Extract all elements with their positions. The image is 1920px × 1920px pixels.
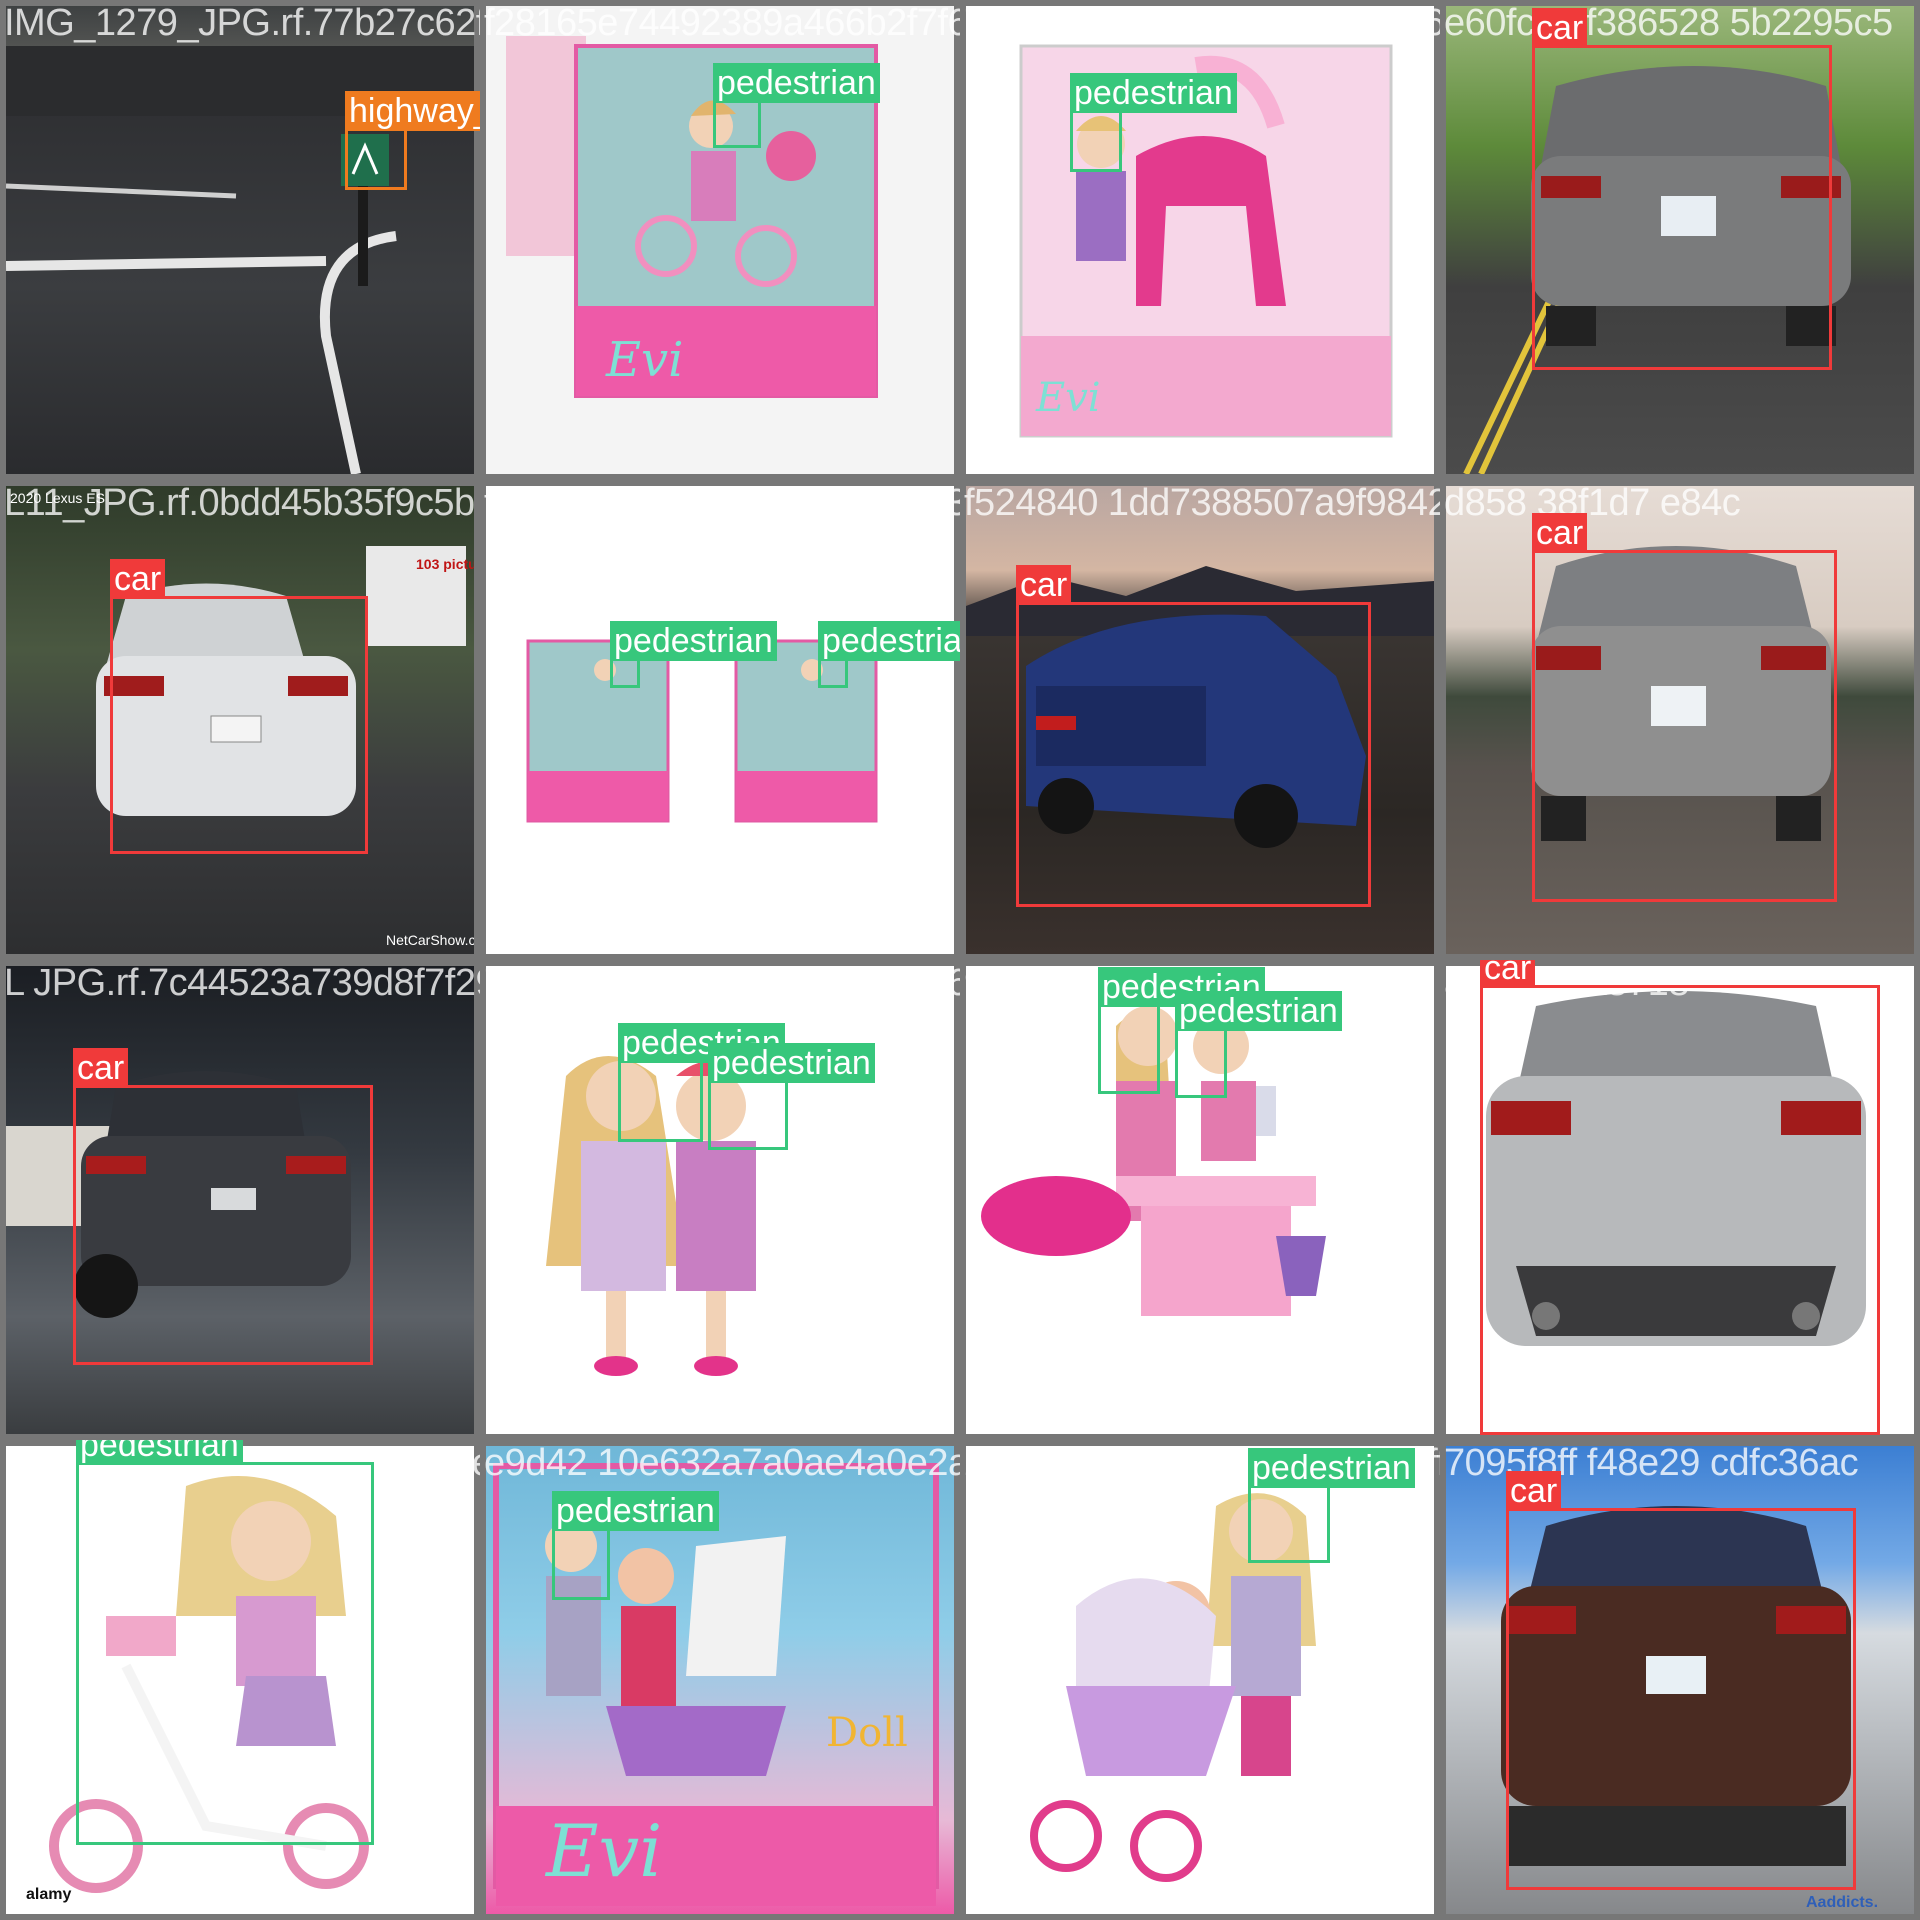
watermark: NetCarShow.com — [386, 932, 474, 948]
photo — [6, 6, 474, 474]
detection-label: pedestrian — [1175, 991, 1342, 1031]
classroom-floor-track-image — [6, 6, 474, 474]
tile-14: Evi Doll e9d42 10e632a7a0ae4a0e2a pedest… — [480, 1440, 960, 1920]
detection-box: car — [110, 559, 368, 854]
watermark: 103 pictures — [416, 556, 474, 572]
svg-text:Evi: Evi — [605, 332, 684, 388]
photo — [486, 486, 954, 954]
detection-label: pedestrian — [713, 63, 880, 103]
detection-box: pedestrian — [1098, 967, 1265, 1094]
detection-box: pedestrian — [552, 1491, 719, 1600]
photo — [966, 1446, 1434, 1914]
detection-box: car — [1532, 513, 1837, 902]
tile-12: a8f7 c1da3718 car — [1440, 960, 1920, 1440]
detection-box: pedestrian — [1248, 1448, 1415, 1563]
tile-8: d858 38f1d7 e84c car — [1440, 480, 1920, 960]
detection-box: pedestrian — [818, 621, 960, 688]
svg-text:Evi: Evi — [1035, 375, 1101, 421]
detection-label: highway_entry — [345, 91, 480, 131]
detection-box: car — [1016, 565, 1371, 907]
tile-filename: e9d42 10e632a7a0ae4a0e2a — [484, 1442, 960, 1484]
tile-4: e60fc a7f386528 5b2295c5 car — [1440, 0, 1920, 480]
detection-label: car — [110, 559, 166, 599]
detection-label: pedestrian — [552, 1491, 719, 1531]
image-mosaic: IMG_1279_JPG.rf.77b27c62f28165e74423989 … — [0, 0, 1920, 1920]
detection-box: pedestrian — [713, 63, 880, 148]
tile-6: f7e20_jpg.rf.79a46e4f6d4543f4fe5 pedestr… — [480, 480, 960, 960]
tile-filename: f524840 1dd7388507a9f9842d858 — [964, 482, 1440, 524]
tile-filename: 7f29eb JPG7f23e8d33f4182699f15_tfP0 — [484, 962, 960, 1004]
detection-box: pedestrian — [708, 1043, 875, 1150]
tile-filename: f7e20_jpg.rf.79a46e4f6d4543f4fe5 — [484, 482, 960, 524]
tile-filename: L JPG.rf.7c44523a739d8f7f29eb — [4, 962, 480, 1004]
tile-13: alamy P36_JPG.rf.c9193987e5bb6e9d pedest… — [0, 1440, 480, 1920]
detection-label: car — [1506, 1471, 1562, 1511]
detection-box: car — [1506, 1471, 1856, 1890]
svg-text:Doll: Doll — [826, 1710, 908, 1756]
tile-5: 2020 Lexus ES 103 pictures NetCarShow.co… — [0, 480, 480, 960]
svg-text:Evi: Evi — [544, 1809, 662, 1893]
tile-7: f524840 1dd7388507a9f9842d858 car — [960, 480, 1440, 960]
tile-filename: e60fc a7f386528 5b2295c5 — [1444, 2, 1893, 44]
tile-filename: d858 38f1d7 e84c — [1444, 482, 1741, 524]
detection-box: car — [73, 1048, 373, 1365]
detection-label: pedestrian — [76, 1440, 243, 1465]
detection-box: pedestrian — [1175, 991, 1342, 1098]
tile-filename: 7f68ab53dc64382ab2ec61e60fc — [964, 2, 1440, 44]
tile-filename: IMG_1279_JPG.rf.77b27c62f28165e74423989 … — [4, 2, 480, 44]
detection-label: pedestrian — [818, 621, 960, 661]
detection-box: pedestrian — [1070, 73, 1237, 172]
tile-filename: f28165e74492389a466b2f7f68ab53dc64382ab2… — [484, 2, 960, 44]
detection-label: pedestrian — [1248, 1448, 1415, 1488]
tile-15: 2a3ff93_JPG.rf.b9087095f8fff pedestrian — [960, 1440, 1440, 1920]
detection-label: car — [1016, 565, 1072, 605]
doll-stroller-image — [966, 1446, 1434, 1914]
detection-box: car — [1532, 8, 1832, 370]
detection-label: car — [1532, 8, 1588, 48]
detection-label: car — [1480, 960, 1536, 988]
tile-2: Evi f28165e74492389a466b2f7f68ab53dc6438… — [480, 0, 960, 480]
watermark: alamy — [26, 1886, 72, 1903]
tile-filename: L11_JPG.rf.0bdd45b35f9c5b — [4, 482, 475, 524]
tile-16: Aaddicts. 7095f8ff f48e29 cdfc36ac car — [1440, 1440, 1920, 1920]
watermark: Aaddicts. — [1806, 1894, 1879, 1911]
detection-label: pedestrian — [610, 621, 777, 661]
tile-10: 7f29eb JPG7f23e8d33f4182699f15_tfP0 pede… — [480, 960, 960, 1440]
detection-label: pedestrian — [1070, 73, 1237, 113]
tile-9: L JPG.rf.7c44523a739d8f7f29eb car — [0, 960, 480, 1440]
tile-1: IMG_1279_JPG.rf.77b27c62f28165e74423989 … — [0, 0, 480, 480]
two-doll-boxes-image — [486, 486, 954, 954]
tile-3: Evi 7f68ab53dc64382ab2ec61e60fc pedestri… — [960, 0, 1440, 480]
tile-11: 9f15_tfP0 bfbe8a8f7 pedestrian pedestria… — [960, 960, 1440, 1440]
detection-box: car — [1480, 960, 1880, 1435]
detection-label: pedestrian — [708, 1043, 875, 1083]
detection-box: pedestrian — [76, 1440, 374, 1845]
detection-box: pedestrian — [618, 1023, 785, 1142]
detection-label: car — [73, 1048, 129, 1088]
detection-box: highway_entry — [345, 91, 480, 190]
detection-box: pedestrian — [610, 621, 777, 688]
detection-label: car — [1532, 513, 1588, 553]
